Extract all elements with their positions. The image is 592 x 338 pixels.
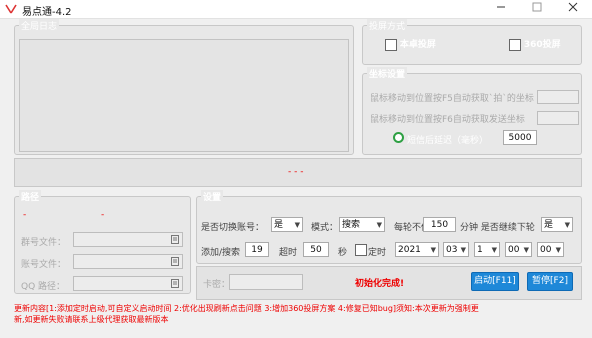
year-select[interactable]: 2021 ▼: [395, 242, 439, 257]
coord-row-2-input[interactable]: [537, 111, 579, 125]
minute-select[interactable]: 00 ▼: [537, 242, 564, 257]
changelog-line-1: 更新内容[1:添加定时启动,可自定义启动时间 2:优化出现刷新点击问题 3:增加…: [14, 304, 479, 313]
account-file-label: 账号文件：: [21, 260, 67, 270]
start-button[interactable]: 启动[F11]: [471, 272, 519, 291]
send-mode-group: 投屏方式 本卓投屏 360投屏: [362, 19, 582, 65]
app-icon: [5, 4, 17, 14]
changelog-line-2: 新,如更新失败请联系上级代理获取最新版本: [14, 315, 169, 324]
init-status: 初始化完成!: [355, 279, 405, 289]
timeout-label: 超时: [279, 248, 298, 258]
maximize-button[interactable]: [522, 0, 552, 18]
settings-group: 设置 是否切换账号： 是 ▼ 模式： 搜索 ▼ 每轮不低 150 分钟 是否继续下轮…: [196, 190, 582, 264]
timer-label: 定时: [368, 248, 387, 258]
send-mode-option-2[interactable]: 360投屏: [509, 37, 561, 51]
pause-button[interactable]: 暂停[F2]: [527, 272, 573, 291]
day-select[interactable]: 1 ▼: [474, 242, 500, 257]
coord-row-2-label: 鼠标移动到位置按F6自动获取发送坐标: [370, 115, 525, 125]
coord-row-1-label: 鼠标移动到位置按F5自动获取`拍`的坐标: [370, 94, 534, 104]
send-mode-option-1-label: 本卓投屏: [399, 40, 436, 50]
path-title: 路径: [19, 190, 42, 203]
chevron-down-icon: ▼: [376, 221, 382, 229]
global-log-group: 全局日志: [14, 19, 354, 155]
chevron-down-icon: ▼: [564, 221, 570, 229]
minimize-icon: [497, 6, 505, 8]
key-label: 卡密：: [203, 280, 231, 290]
account-file-input[interactable]: [73, 254, 183, 269]
coordinate-settings-title: 坐标设置: [367, 67, 408, 80]
title-bar: 易点通-4.2: [0, 0, 592, 19]
chevron-down-icon: ▼: [491, 246, 497, 254]
close-button[interactable]: [558, 0, 588, 18]
timeout-input[interactable]: 50: [303, 242, 329, 257]
send-mode-title: 投屏方式: [367, 19, 408, 32]
switch-account-label: 是否切换账号：: [201, 223, 265, 233]
add-search-label: 添加/搜索: [201, 248, 241, 258]
hour-select[interactable]: 00 ▼: [505, 242, 532, 257]
global-log-textarea[interactable]: [19, 39, 349, 152]
min-round-input[interactable]: 150: [423, 217, 456, 232]
timer-checkbox[interactable]: [355, 244, 367, 256]
changelog: 更新内容[1:添加定时启动,可自定义启动时间 2:优化出现刷新点击问题 3:增加…: [14, 303, 584, 325]
send-mode-option-2-label: 360投屏: [523, 40, 561, 50]
group-file-input[interactable]: [73, 232, 183, 247]
chevron-down-icon: ▼: [523, 246, 529, 254]
delay-label: 短信后延迟（毫秒）: [407, 136, 489, 146]
month-select[interactable]: 03 ▼: [443, 242, 469, 257]
switch-account-select[interactable]: 是 ▼: [271, 217, 303, 232]
key-input[interactable]: [229, 274, 303, 290]
delay-radio[interactable]: [393, 132, 404, 143]
qq-path-label: QQ 路径：: [21, 282, 66, 292]
chevron-down-icon: ▼: [555, 246, 561, 254]
qq-path-input[interactable]: [73, 276, 183, 291]
mode-label: 模式：: [311, 223, 339, 233]
file-icon[interactable]: [171, 279, 179, 288]
continue-select[interactable]: 是 ▼: [541, 217, 573, 232]
settings-title: 设置: [201, 190, 224, 203]
group-file-label: 群号文件：: [21, 238, 67, 248]
file-icon[interactable]: [171, 235, 179, 244]
minimize-button[interactable]: [486, 0, 516, 18]
add-search-input[interactable]: 19: [245, 242, 269, 257]
coordinate-settings-group: 坐标设置 鼠标移动到位置按F5自动获取`拍`的坐标 鼠标移动到位置按F6自动获取…: [362, 67, 582, 155]
continue-label: 分钟 是否继续下轮: [460, 223, 535, 233]
delay-input[interactable]: 5000: [503, 130, 537, 145]
coord-row-1-input[interactable]: [537, 90, 579, 104]
maximize-icon: [532, 2, 542, 12]
window-title: 易点通-4.2: [22, 7, 72, 18]
mode-select[interactable]: 搜索 ▼: [339, 217, 385, 232]
status-indicator: - - -: [288, 167, 304, 177]
action-panel: 卡密： 初始化完成! 启动[F11] 暂停[F2]: [196, 266, 582, 300]
checkbox[interactable]: [385, 38, 397, 51]
path-group: 路径 - - 群号文件： 账号文件： QQ 路径：: [14, 190, 191, 294]
checkbox[interactable]: [509, 38, 521, 51]
chevron-down-icon: ▼: [294, 221, 300, 229]
seconds-label: 秒: [338, 248, 348, 258]
global-log-title: 全局日志: [19, 19, 60, 32]
chevron-down-icon: ▼: [460, 246, 466, 254]
close-icon: [568, 2, 578, 12]
send-mode-option-1[interactable]: 本卓投屏: [385, 37, 436, 51]
path-dash-2: -: [101, 210, 105, 220]
path-dash-1: -: [23, 210, 27, 220]
status-panel: - - -: [14, 158, 582, 187]
chevron-down-icon: ▼: [430, 246, 436, 254]
file-icon[interactable]: [171, 257, 179, 266]
